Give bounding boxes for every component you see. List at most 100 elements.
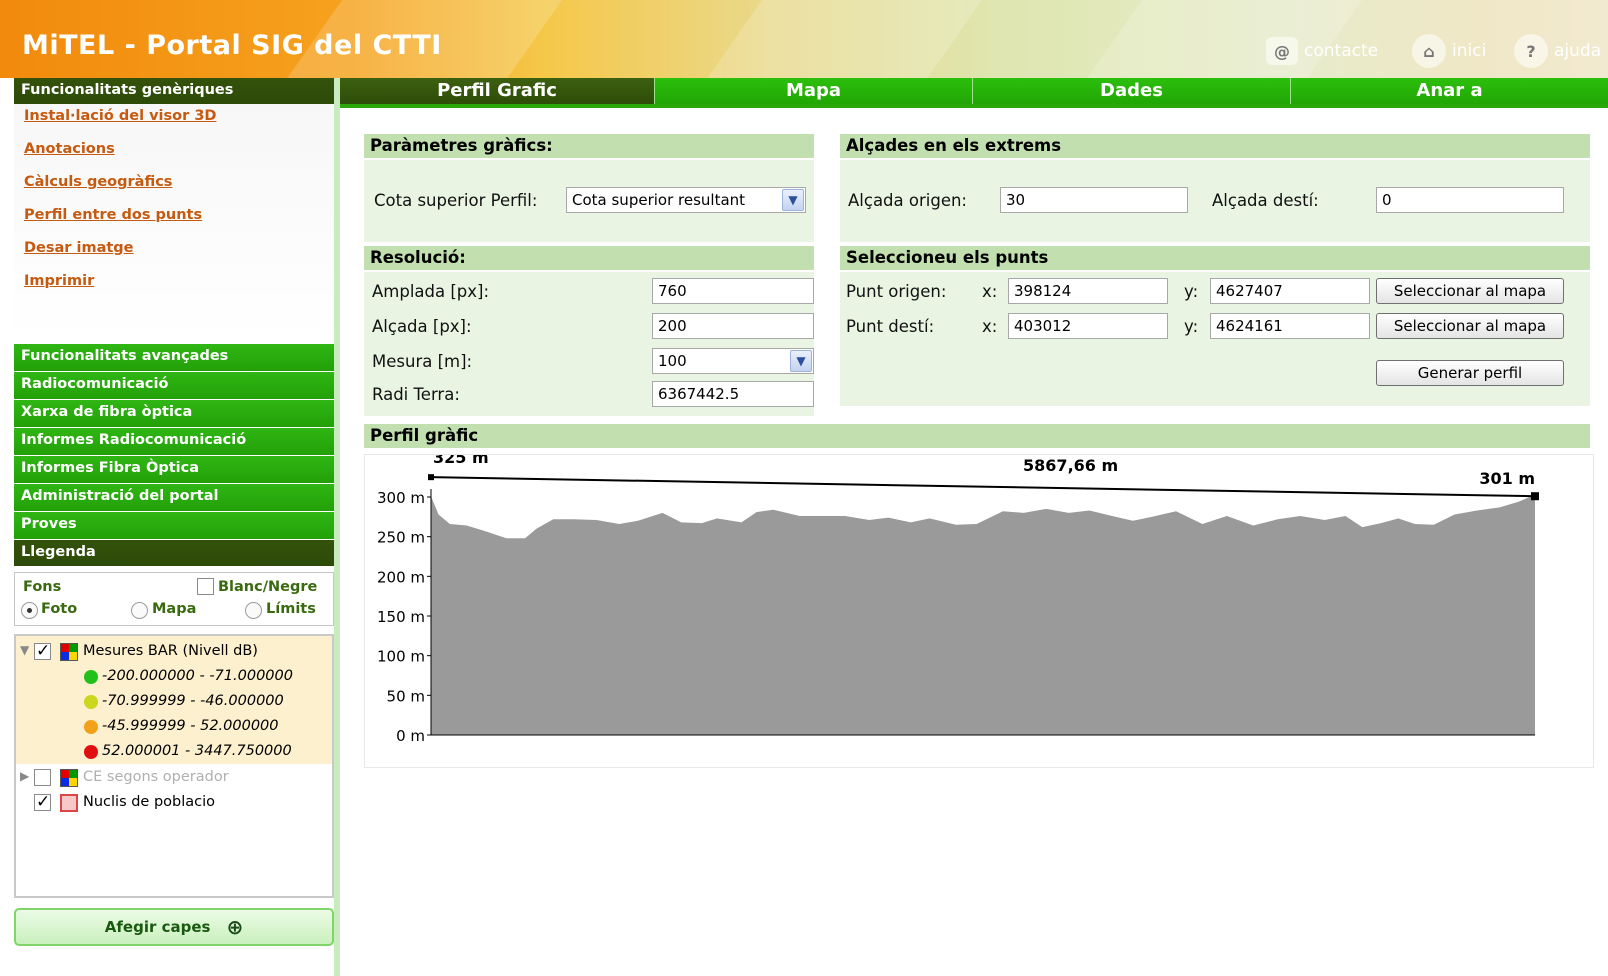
radio-photo[interactable] xyxy=(21,602,38,619)
y-tick-label: 200 m xyxy=(377,568,425,586)
sidebar-item-profile[interactable]: Perfil entre dos punts xyxy=(24,207,202,223)
graphic-params-panel: Cota superior Perfil: Cota superior resu… xyxy=(364,160,814,242)
legend-dot-green xyxy=(84,670,98,684)
sidebar-section-advanced[interactable]: Funcionalitats avançades xyxy=(14,344,334,371)
sidebar-section-tests[interactable]: Proves xyxy=(14,512,334,539)
layer-nuclis-label: Nuclis de poblacio xyxy=(83,794,216,810)
y-label: y: xyxy=(1184,282,1199,301)
cota-select[interactable]: Cota superior resultant ▼ xyxy=(566,187,806,213)
dest-x-input[interactable]: 403012 xyxy=(1008,313,1168,339)
heights-panel: Alçada origen: 30 Alçada destí: 0 xyxy=(840,160,1590,242)
measure-select[interactable]: 100 ▼ xyxy=(652,348,814,374)
legend-dot-red xyxy=(84,745,98,759)
dest-height-input[interactable]: 0 xyxy=(1376,187,1564,213)
sidebar-section-fiber-reports[interactable]: Informes Fibra Òptica xyxy=(14,456,334,483)
sidebar-item-annotations[interactable]: Anotacions xyxy=(24,141,115,157)
email-icon: @ xyxy=(1266,37,1298,65)
legend-item: 52.000001 - 3447.750000 xyxy=(84,742,334,764)
home-link[interactable]: ⌂ inici xyxy=(1412,34,1487,68)
radius-input[interactable]: 6367442.5 xyxy=(652,381,814,407)
layer-row-bar: ▼ Mesures BAR (Nivell dB) xyxy=(16,640,332,664)
radio-limits[interactable] xyxy=(245,602,262,619)
layer-bar-label: Mesures BAR (Nivell dB) xyxy=(83,643,258,659)
legend-item: -70.999999 - -46.000000 xyxy=(84,692,334,714)
legend-dot-yellow xyxy=(84,695,98,709)
legend-item: -200.000000 - -71.000000 xyxy=(84,667,334,689)
add-layer-icon: ⊕ xyxy=(226,915,244,939)
sidebar-section-radio[interactable]: Radiocomunicació xyxy=(14,372,334,399)
sidebar-item-save-image[interactable]: Desar imatge xyxy=(24,240,134,256)
origin-height-annotation: 325 m xyxy=(433,455,489,467)
y-tick-label: 300 m xyxy=(377,489,425,507)
expand-arrow-icon[interactable]: ▶ xyxy=(20,769,29,783)
height-input[interactable]: 200 xyxy=(652,313,814,339)
sidebar-divider xyxy=(334,78,340,976)
contact-link-label: contacte xyxy=(1304,41,1379,61)
layer-nuclis-checkbox[interactable] xyxy=(34,792,51,812)
radio-map[interactable] xyxy=(131,602,148,619)
dest-height-annotation: 301 m xyxy=(1479,469,1535,488)
layer-grid-icon xyxy=(60,643,78,661)
measure-label: Mesura [m]: xyxy=(372,352,473,371)
distance-annotation: 5867,66 m xyxy=(1023,456,1118,475)
sidebar-item-print[interactable]: Imprimir xyxy=(24,273,94,289)
sidebar-section-radio-reports[interactable]: Informes Radiocomunicació xyxy=(14,428,334,455)
profile-chart-svg: 300 m 250 m 200 m 150 m 100 m 50 m 0 m 325 m 586… xyxy=(377,455,1539,745)
origin-x-input[interactable]: 398124 xyxy=(1008,278,1168,304)
chevron-down-icon: ▼ xyxy=(790,350,812,372)
x-label: x: xyxy=(982,317,998,336)
generic-functions-header[interactable]: Funcionalitats genèriques xyxy=(14,78,334,104)
bw-checkbox[interactable] xyxy=(197,578,214,595)
origin-height-input[interactable]: 30 xyxy=(1000,187,1188,213)
y-tick-label: 50 m xyxy=(387,687,425,705)
add-layers-label: Afegir capes xyxy=(104,918,211,936)
legend-header[interactable]: Llegenda xyxy=(14,540,334,566)
width-label: Amplada [px]: xyxy=(372,282,490,301)
home-link-label: inici xyxy=(1452,41,1487,61)
select-dest-button[interactable]: Seleccionar al mapa xyxy=(1376,313,1564,339)
header-decoration xyxy=(649,0,1011,78)
legend-item-label: -70.999999 - -46.000000 xyxy=(102,693,284,709)
home-icon: ⌂ xyxy=(1412,34,1446,68)
app-header: MiTEL - Portal SIG del CTTI @ contacte ⌂… xyxy=(0,0,1608,78)
chevron-down-icon: ▼ xyxy=(782,189,804,211)
help-link[interactable]: ? ajuda xyxy=(1514,34,1602,68)
layer-grid-icon xyxy=(60,769,78,787)
sidebar-item-3d-viewer[interactable]: Instal·lació del visor 3D xyxy=(24,108,216,124)
add-layers-button[interactable]: Afegir capes ⊕ xyxy=(14,908,334,946)
cota-select-value: Cota superior resultant xyxy=(572,191,746,209)
legend-dot-orange xyxy=(84,720,98,734)
contact-link[interactable]: @ contacte xyxy=(1266,36,1378,66)
radio-map-label: Mapa xyxy=(152,601,197,617)
layer-bar-checkbox[interactable] xyxy=(34,641,51,661)
line-of-sight xyxy=(430,476,1536,498)
dest-marker xyxy=(1531,492,1539,501)
y-tick-label: 250 m xyxy=(377,529,425,547)
sidebar-section-admin[interactable]: Administració del portal xyxy=(14,484,334,511)
bw-label: Blanc/Negre xyxy=(218,579,318,595)
polygon-swatch-icon xyxy=(60,794,78,812)
origin-point-label: Punt origen: xyxy=(846,282,947,301)
sidebar: Funcionalitats genèriques Instal·lació d… xyxy=(10,78,336,976)
profile-chart: 300 m 250 m 200 m 150 m 100 m 50 m 0 m 325 m 586… xyxy=(364,454,1594,768)
layer-row-ce: ▶ CE segons operador xyxy=(16,766,332,790)
origin-height-label: Alçada origen: xyxy=(848,191,967,210)
collapse-arrow-icon[interactable]: ▼ xyxy=(20,643,29,657)
dest-y-input[interactable]: 4624161 xyxy=(1210,313,1370,339)
generate-profile-button[interactable]: Generar perfil xyxy=(1376,360,1564,386)
help-link-label: ajuda xyxy=(1554,41,1602,61)
x-label: x: xyxy=(982,282,998,301)
legend-item-label: -200.000000 - -71.000000 xyxy=(102,668,293,684)
terrain-area xyxy=(431,494,1535,735)
background-label: Fons xyxy=(23,579,62,595)
layer-ce-label: CE segons operador xyxy=(83,769,229,785)
heights-title: Alçades en els extrems xyxy=(840,134,1590,158)
sidebar-section-fiber[interactable]: Xarxa de fibra òptica xyxy=(14,400,334,427)
layer-row-nuclis: Nuclis de poblacio xyxy=(16,791,332,815)
sidebar-item-geo-calcs[interactable]: Càlculs geogràfics xyxy=(24,174,172,190)
width-input[interactable]: 760 xyxy=(652,278,814,304)
layer-ce-checkbox[interactable] xyxy=(34,769,51,786)
origin-y-input[interactable]: 4627407 xyxy=(1210,278,1370,304)
y-label: y: xyxy=(1184,317,1199,336)
select-origin-button[interactable]: Seleccionar al mapa xyxy=(1376,278,1564,304)
